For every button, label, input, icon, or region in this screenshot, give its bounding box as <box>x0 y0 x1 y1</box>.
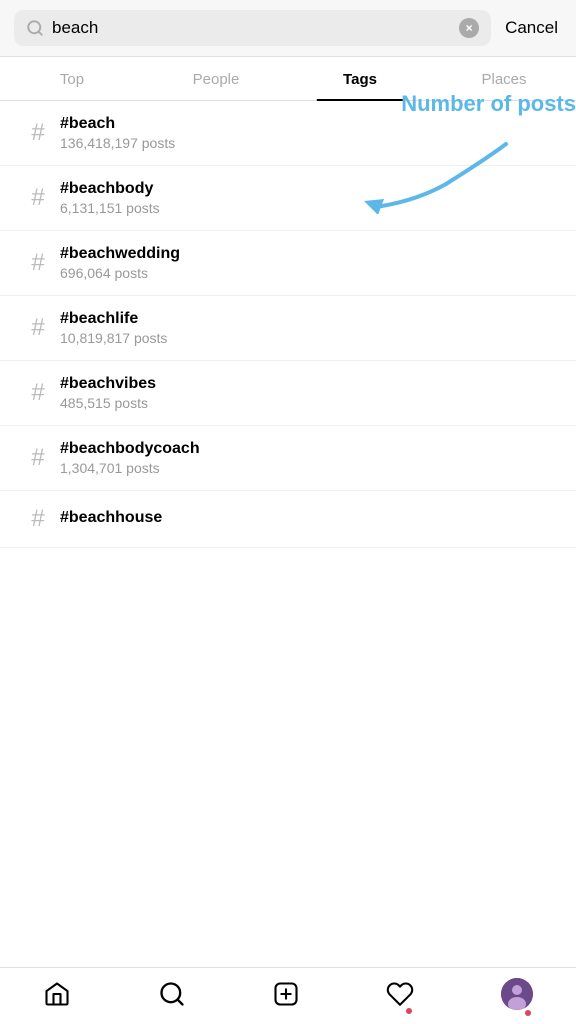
tag-name: #beachbody <box>60 180 560 198</box>
list-item[interactable]: # #beachhouse <box>0 491 576 548</box>
profile-dot <box>525 1010 531 1016</box>
heart-icon <box>386 980 414 1008</box>
list-item[interactable]: # #beach 136,418,197 posts Number of pos… <box>0 101 576 166</box>
tag-info: #beachhouse <box>60 509 560 529</box>
tag-info: #beachvibes 485,515 posts <box>60 375 560 411</box>
hash-icon: # <box>16 444 60 472</box>
tag-name: #beachwedding <box>60 245 560 263</box>
nav-home[interactable] <box>43 980 71 1008</box>
search-bar: × Cancel <box>0 0 576 57</box>
tab-top[interactable]: Top <box>0 57 144 100</box>
content-area: # #beach 136,418,197 posts Number of pos… <box>0 101 576 618</box>
tag-posts: 136,418,197 posts <box>60 135 560 151</box>
tag-posts: 10,819,817 posts <box>60 330 560 346</box>
list-item[interactable]: # #beachwedding 696,064 posts <box>0 231 576 296</box>
hash-icon: # <box>16 379 60 407</box>
hash-icon: # <box>16 249 60 277</box>
tag-name: #beach <box>60 115 560 133</box>
list-item[interactable]: # #beachbodycoach 1,304,701 posts <box>0 426 576 491</box>
tag-info: #beachbodycoach 1,304,701 posts <box>60 440 560 476</box>
tag-posts: 6,131,151 posts <box>60 200 560 216</box>
tab-places[interactable]: Places <box>432 57 576 100</box>
search-icon <box>26 19 44 37</box>
tag-info: #beachbody 6,131,151 posts <box>60 180 560 216</box>
clear-button[interactable]: × <box>459 18 479 38</box>
cancel-button[interactable]: Cancel <box>501 18 562 38</box>
nav-search[interactable] <box>158 980 186 1008</box>
search-nav-icon <box>158 980 186 1008</box>
tag-info: #beachwedding 696,064 posts <box>60 245 560 281</box>
home-icon <box>43 980 71 1008</box>
tag-name: #beachhouse <box>60 509 560 527</box>
hash-icon: # <box>16 314 60 342</box>
tag-name: #beachvibes <box>60 375 560 393</box>
nav-profile[interactable] <box>501 978 533 1010</box>
tab-tags[interactable]: Tags <box>288 57 432 100</box>
hash-icon: # <box>16 505 60 533</box>
add-icon <box>272 980 300 1008</box>
tag-posts: 485,515 posts <box>60 395 560 411</box>
tag-name: #beachlife <box>60 310 560 328</box>
hash-icon: # <box>16 184 60 212</box>
list-item[interactable]: # #beachvibes 485,515 posts <box>0 361 576 426</box>
tag-info: #beach 136,418,197 posts <box>60 115 560 151</box>
list-item[interactable]: # #beachlife 10,819,817 posts <box>0 296 576 361</box>
tag-posts: 1,304,701 posts <box>60 460 560 476</box>
tag-name: #beachbodycoach <box>60 440 560 458</box>
profile-avatar <box>501 978 533 1010</box>
tab-people[interactable]: People <box>144 57 288 100</box>
nav-add[interactable] <box>272 980 300 1008</box>
tag-list: # #beach 136,418,197 posts Number of pos… <box>0 101 576 548</box>
hash-icon: # <box>16 119 60 147</box>
bottom-nav <box>0 967 576 1024</box>
tabs-bar: Top People Tags Places <box>0 57 576 101</box>
nav-activity[interactable] <box>386 980 414 1008</box>
tag-posts: 696,064 posts <box>60 265 560 281</box>
search-input[interactable] <box>52 18 451 38</box>
tag-info: #beachlife 10,819,817 posts <box>60 310 560 346</box>
list-item[interactable]: # #beachbody 6,131,151 posts <box>0 166 576 231</box>
search-input-wrapper: × <box>14 10 491 46</box>
activity-dot <box>406 1008 412 1014</box>
